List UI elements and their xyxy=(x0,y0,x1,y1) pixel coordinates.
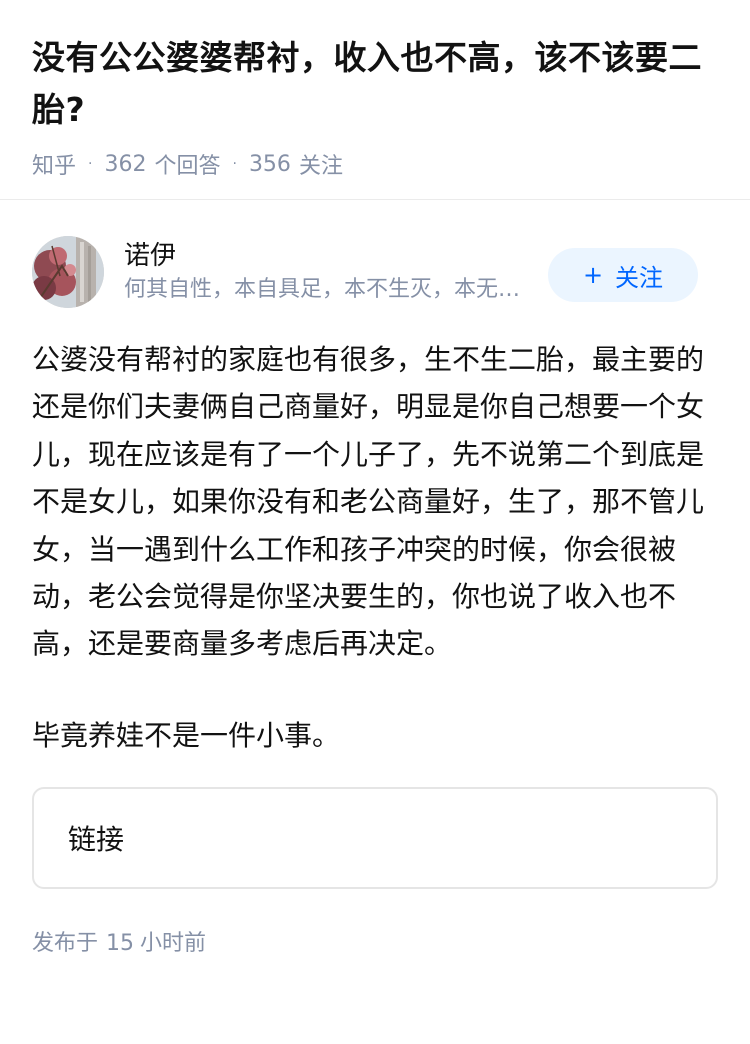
answer-paragraph: 毕竟养娃不是一件小事。 xyxy=(32,718,341,752)
question-title[interactable]: 没有公公婆婆帮衬，收入也不高，该不该要二胎? xyxy=(32,32,718,136)
avatar-image-icon xyxy=(32,236,104,308)
published-suffix: 小时前 xyxy=(140,931,207,957)
avatar[interactable] xyxy=(32,236,104,308)
follower-count: 356 xyxy=(248,151,291,177)
author-name[interactable]: 诺伊 xyxy=(124,238,539,274)
author-bio: 何其自性，本自具足，本不生灭，本无动摇，能生万法 xyxy=(124,277,534,302)
answer-count-label: 个回答 xyxy=(154,154,221,179)
author-row: 诺伊 何其自性，本自具足，本不生灭，本无动摇，能生万法 + 关注 xyxy=(32,234,718,310)
follow-button[interactable]: + 关注 xyxy=(548,248,698,302)
answer-content: 公婆没有帮衬的家庭也有很多，生不生二胎，最主要的还是你们夫妻俩自己商量好，明显是… xyxy=(32,336,718,759)
source-label[interactable]: 知乎 xyxy=(32,148,76,180)
link-card[interactable]: 链接 xyxy=(32,787,718,890)
meta-separator: · xyxy=(232,156,237,172)
author-info: 诺伊 何其自性，本自具足，本不生灭，本无动摇，能生万法 xyxy=(124,238,539,306)
follow-button-label: 关注 xyxy=(615,263,664,292)
answer-paragraph: 公婆没有帮衬的家庭也有很多，生不生二胎，最主要的还是你们夫妻俩自己商量好，明显是… xyxy=(32,343,705,661)
meta-separator: · xyxy=(88,156,93,172)
follower-count-label: 关注 xyxy=(298,154,343,179)
link-card-label: 链接 xyxy=(68,823,125,857)
published-time: 发布于 15 小时前 xyxy=(32,925,718,957)
answer-page: 没有公公婆婆帮衬，收入也不高，该不该要二胎? 知乎 · 362 个回答 · 35… xyxy=(0,0,750,1044)
answer-count: 362 xyxy=(104,151,147,177)
question-header: 没有公公婆婆帮衬，收入也不高，该不该要二胎? 知乎 · 362 个回答 · 35… xyxy=(0,0,750,200)
published-prefix: 发布于 xyxy=(32,931,99,957)
plus-icon: + xyxy=(582,261,604,289)
question-meta: 知乎 · 362 个回答 · 356 关注 xyxy=(32,148,718,180)
published-value: 15 xyxy=(106,931,135,957)
